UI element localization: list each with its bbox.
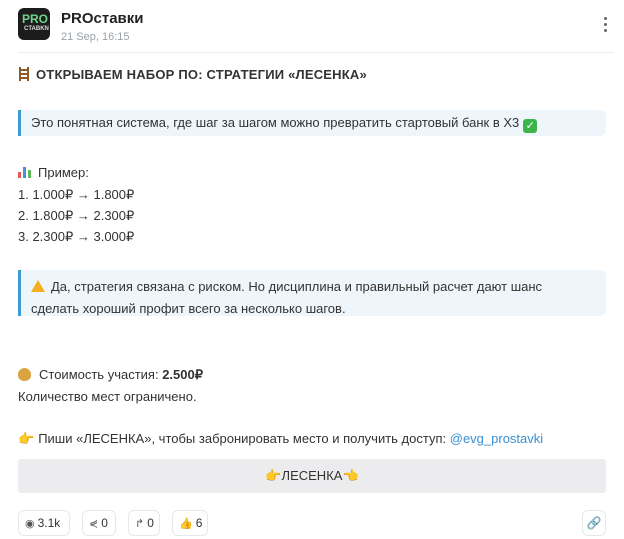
thumbs-up-icon: 👍 — [179, 518, 193, 530]
telegram-post: PRO CTABKN PROставки 21 Sep, 16:15 ОТКРЫ… — [0, 0, 624, 539]
quote-risk-line1: Да, стратегия связана с риском. Но дисци… — [31, 276, 596, 298]
button-label: ЛЕСЕНКА — [281, 468, 343, 483]
avatar-text-bottom: CTABKN — [24, 26, 49, 32]
example-item: 2. 1.800₽ → 2.300₽ — [18, 208, 135, 223]
channel-avatar[interactable]: PRO CTABKN — [18, 8, 50, 40]
likes-counter[interactable]: 👍 6 — [172, 510, 208, 536]
views-count: 3.1k — [37, 516, 61, 530]
quote-block-risk: Да, стратегия связана с риском. Но дисци… — [18, 270, 606, 316]
cost-line: Стоимость участия: 2.500₽ — [18, 367, 203, 383]
likes-count: 6 — [195, 516, 203, 530]
pointing-left-icon: 👈 — [342, 468, 359, 483]
header-divider — [18, 52, 614, 53]
post-header: PRO CTABKN PROставки 21 Sep, 16:15 — [18, 8, 614, 48]
avatar-text-top: PRO — [22, 12, 49, 26]
copy-link-icon[interactable]: 🔗 — [582, 510, 606, 536]
ladder-icon — [18, 67, 30, 81]
cta-text: Пиши «ЛЕСЕНКА», чтобы забронировать мест… — [38, 431, 450, 446]
views-counter[interactable]: ◉ 3.1k — [18, 510, 70, 536]
replies-counter[interactable]: ↱ 0 — [128, 510, 160, 536]
money-bag-icon — [18, 368, 31, 381]
example-item: 3. 2.300₽ → 3.000₽ — [18, 229, 135, 244]
replies-count: 0 — [147, 516, 154, 530]
pointing-hand-icon: 👉 — [18, 431, 35, 446]
cost-label: Стоимость участия: — [39, 367, 163, 382]
username-link[interactable]: @evg_prostavki — [450, 431, 543, 446]
post-date: 21 Sep, 16:15 — [61, 31, 130, 43]
quote-block-system: Это понятная система, где шаг за шагом м… — [18, 110, 606, 136]
pointing-right-icon: 👉 — [265, 468, 282, 483]
example-heading: Пример: — [18, 165, 89, 180]
quote-risk-text-1: Да, стратегия связана с риском. Но дисци… — [51, 279, 543, 294]
quote-system-text: Это понятная система, где шаг за шагом м… — [31, 115, 520, 130]
channel-name[interactable]: PROставки — [61, 10, 144, 27]
bar-chart-icon — [18, 166, 32, 178]
example-item: 1. 1.000₽ → 1.800₽ — [18, 187, 135, 202]
limited-note: Количество мест ограничено. — [18, 389, 197, 404]
inline-button-lesenka[interactable]: 👉ЛЕСЕНКА👈 — [18, 459, 606, 493]
eye-icon: ◉ — [25, 518, 35, 530]
cta-line: 👉 Пиши «ЛЕСЕНКА», чтобы забронировать мес… — [18, 431, 543, 447]
example-label: Пример: — [38, 165, 89, 180]
warning-icon — [31, 280, 45, 292]
check-mark-icon: ✓ — [523, 119, 538, 133]
reply-arrow-icon: ↱ — [135, 518, 145, 530]
forwards-counter[interactable]: ⋞ 0 — [82, 510, 116, 536]
post-title: ОТКРЫВАЕМ НАБОР ПО: СТРАТЕГИИ «ЛЕСЕНКА» — [18, 67, 367, 82]
post-title-text: ОТКРЫВАЕМ НАБОР ПО: СТРАТЕГИИ «ЛЕСЕНКА» — [36, 67, 367, 82]
cost-value: 2.500₽ — [162, 367, 203, 382]
forwards-count: 0 — [101, 516, 108, 530]
share-nodes-icon: ⋞ — [89, 518, 99, 530]
quote-risk-text-2: сделать хороший профит всего за нескольк… — [31, 301, 346, 316]
more-options-icon[interactable] — [602, 17, 608, 33]
